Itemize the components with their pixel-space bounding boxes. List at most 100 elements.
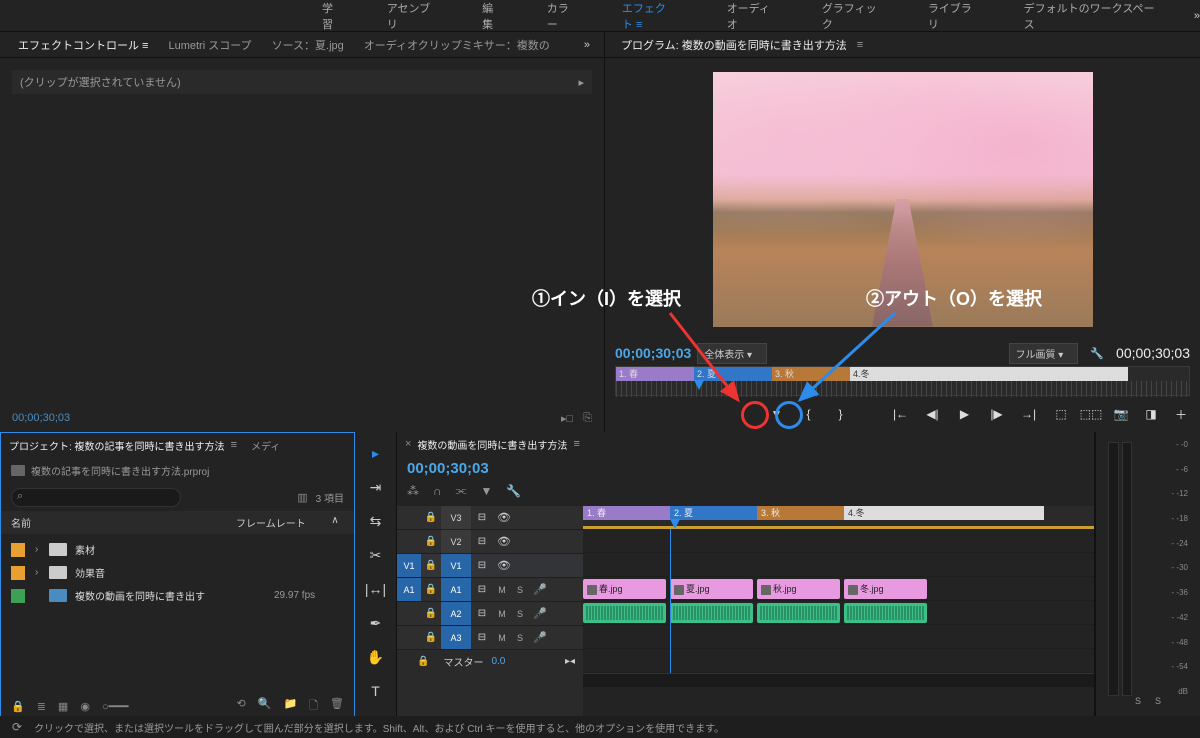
workspace-learn[interactable]: 学習 [300,0,365,32]
program-ruler[interactable]: 1. 春 2. 夏 3. 秋 4.冬 [615,366,1190,396]
media-browser-tab[interactable]: メディ [251,438,280,453]
audio-clip[interactable] [583,603,666,623]
timeline-timecode[interactable]: 00;00;30;03 [407,460,1084,477]
track-row-a3[interactable] [583,649,1094,673]
program-timecode-left[interactable]: 00;00;30;03 [615,345,691,361]
extract-icon[interactable]: ⬚⬚ [1082,405,1100,423]
tab-source[interactable]: ソース：夏.jpg [264,33,352,57]
track-header-a1[interactable]: A1 🔒 A1 ⊟ M S 🎤 [397,578,583,602]
source-patch-v2[interactable] [397,530,421,553]
timeline-ruler[interactable]: 1. 春 2. 夏 3. 秋 4.冬 [583,506,1094,526]
sequence-tab[interactable]: 複数の動画を同時に書き出す方法 [417,437,567,452]
play-icon[interactable]: ▶ [956,405,974,423]
workspace-graphics[interactable]: グラフィック [800,0,906,32]
auto-sequence-icon[interactable]: ⟲ [237,697,246,716]
project-tab[interactable]: プロジェクト: 複数の記事を同時に書き出す方法 [9,438,225,453]
track-label-a3[interactable]: A3 [441,626,471,649]
lock-track-icon[interactable]: 🔒 [421,512,441,523]
mute-track-icon[interactable]: M [493,633,511,643]
video-clip[interactable]: 春.jpg [583,579,666,599]
project-panel-menu-icon[interactable]: ≡ [225,439,243,451]
project-item[interactable]: › 素材 [1,538,354,561]
source-patch-a1[interactable]: A1 [397,578,421,601]
mark-out-icon[interactable]: } [832,405,850,423]
solo-track-icon[interactable]: S [511,633,529,643]
workspace-effects[interactable]: エフェクト ≡ [600,0,705,32]
source-patch-v1[interactable]: V1 [397,554,421,577]
track-row-v2[interactable] [583,553,1094,577]
voice-over-record-icon[interactable]: 🎤 [529,631,551,644]
timeline-panel-menu-icon[interactable]: ≡ [573,438,579,450]
new-bin-icon[interactable]: ▥ [297,491,307,504]
track-row-v3[interactable] [583,529,1094,553]
sync-lock-icon[interactable]: ⊟ [471,536,493,547]
freeform-view-icon[interactable]: ◉ [80,700,90,713]
track-header-v1[interactable]: V1 🔒 V1 ⊟ 👁 [397,554,583,578]
toggle-track-output-icon[interactable]: 👁 [493,535,515,548]
lock-track-icon[interactable]: 🔒 [421,536,441,547]
lift-icon[interactable]: ⬚ [1052,405,1070,423]
selection-tool-icon[interactable]: ▸ [365,442,387,464]
add-marker-timeline-icon[interactable]: ▼ [480,484,492,498]
step-back-icon[interactable]: ◀| [924,405,942,423]
track-label-a1[interactable]: A1 [441,578,471,601]
tab-audio-clip-mixer[interactable]: オーディオクリップミキサー：複数の [356,33,558,57]
track-row-a2[interactable] [583,625,1094,649]
razor-tool-icon[interactable]: ✂ [365,544,387,566]
column-framerate[interactable]: フレームレート [236,515,326,530]
source-patch-a2[interactable] [397,602,421,625]
sync-lock-icon[interactable]: ⊟ [471,608,493,619]
workspace-overflow-icon[interactable]: » [1194,10,1200,22]
video-clip[interactable]: 秋.jpg [757,579,840,599]
sync-settings-icon[interactable]: ⟳ [12,720,22,734]
track-header-v3[interactable]: 🔒 V3 ⊟ 👁 [397,506,583,530]
lock-track-icon[interactable]: 🔒 [421,608,441,619]
export-frame-icon[interactable]: ⎘ [583,412,592,425]
track-row-v1[interactable]: 春.jpg 夏.jpg 秋.jpg 冬.jpg [583,577,1094,601]
sync-lock-icon[interactable]: ⊟ [471,632,493,643]
solo-left-icon[interactable]: S [1135,696,1141,714]
column-name[interactable]: 名前 [11,515,236,530]
project-item[interactable]: 複数の動画を同時に書き出す 29.97 fps [1,584,354,607]
audio-clip[interactable] [757,603,840,623]
tab-lumetri-scopes[interactable]: Lumetri スコープ [160,33,259,57]
workspace-library[interactable]: ライブラリ [906,0,1002,32]
workspace-edit[interactable]: 編集 [460,0,525,32]
timeline-settings-wrench-icon[interactable]: 🔧 [506,484,521,498]
new-item-icon[interactable]: 🗋 [309,697,318,716]
linked-selection-icon[interactable]: ⫘ [456,483,467,498]
zoom-slider[interactable]: ○━━━ [102,700,129,713]
video-clip[interactable]: 冬.jpg [844,579,927,599]
project-search-input[interactable] [11,488,181,507]
track-label-v1[interactable]: V1 [441,554,471,577]
tab-effect-controls[interactable]: エフェクトコントロール ≡ [10,33,156,57]
sync-lock-icon[interactable]: ⊟ [471,584,493,595]
new-bin-footer-icon[interactable]: 📁 [283,697,297,716]
write-lock-icon[interactable]: 🔒 [11,700,25,713]
export-frame-camera-icon[interactable]: 📷 [1112,405,1130,423]
type-tool-icon[interactable]: T [365,680,387,702]
hand-tool-icon[interactable]: ✋ [365,646,387,668]
icon-view-icon[interactable]: ▦ [58,700,68,713]
mute-track-icon[interactable]: M [493,585,511,595]
workspace-audio[interactable]: オーディオ [705,0,800,32]
list-view-icon[interactable]: ≣ [37,700,46,713]
voice-over-record-icon[interactable]: 🎤 [529,583,551,596]
zoom-level-select[interactable]: 全体表示 ▾ [697,343,767,364]
expand-icon-1[interactable]: › [35,544,49,555]
track-header-v2[interactable]: 🔒 V2 ⊟ 👁 [397,530,583,554]
lock-master-icon[interactable]: 🔒 [417,656,429,667]
comparison-view-icon[interactable]: ◨ [1142,405,1160,423]
loop-playback-icon[interactable]: ▸□ [561,412,573,425]
delete-icon[interactable]: 🗑 [330,697,344,716]
solo-right-icon[interactable]: S [1155,696,1161,714]
lock-track-icon[interactable]: 🔒 [421,632,441,643]
playback-quality-select[interactable]: フル画質 ▾ [1009,343,1079,364]
master-value[interactable]: 0.0 [491,656,505,667]
track-label-v3[interactable]: V3 [441,506,471,529]
mute-track-icon[interactable]: M [493,609,511,619]
audio-clip[interactable] [844,603,927,623]
expand-icon-2[interactable]: › [35,567,49,578]
ripple-edit-tool-icon[interactable]: ⇆ [365,510,387,532]
audio-clip[interactable] [670,603,753,623]
